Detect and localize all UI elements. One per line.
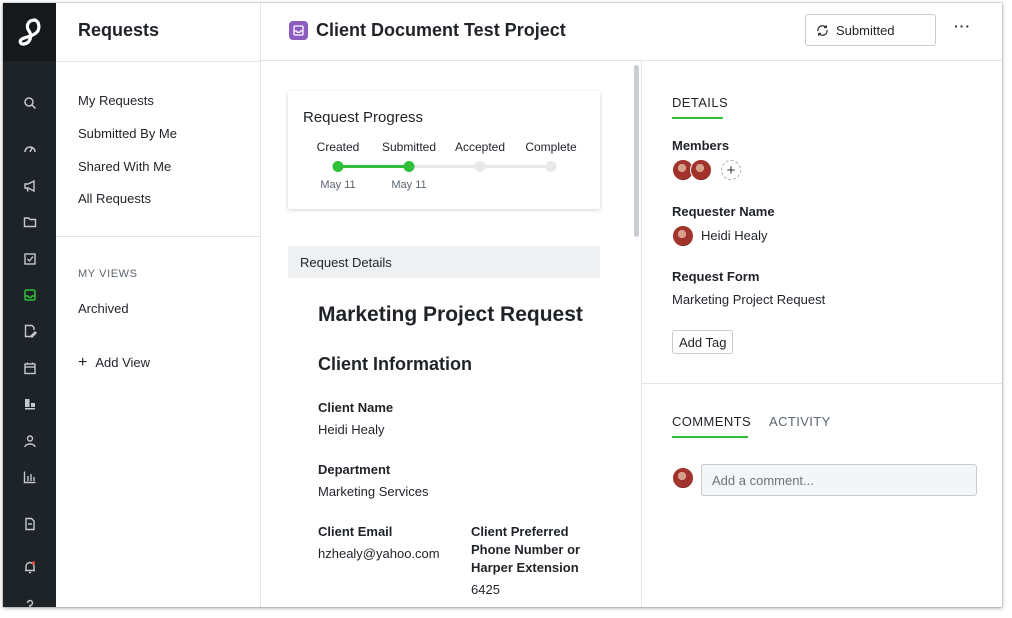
step-label: Submitted (381, 140, 437, 154)
speedometer-icon[interactable] (3, 139, 56, 159)
add-tag-button[interactable]: Add Tag (672, 330, 734, 354)
active-tab-underline (672, 117, 723, 119)
progress-track-fill (338, 165, 409, 168)
checkbox-icon[interactable] (3, 249, 56, 269)
step-label: Complete (525, 140, 577, 154)
folder-icon[interactable] (3, 212, 56, 232)
progress-title: Request Progress (303, 109, 424, 126)
add-view-button[interactable]: + Add View (78, 354, 151, 371)
step-label: Accepted (454, 140, 506, 154)
client-email-value: hzhealy@yahoo.com (318, 546, 440, 561)
bar-chart-icon[interactable] (3, 467, 56, 487)
commenter-avatar (672, 467, 694, 489)
step-date: May 11 (391, 179, 427, 191)
phone-label: Client Preferred Phone Number or Harper … (471, 524, 581, 575)
nav-item-my-requests[interactable]: My Requests (78, 93, 154, 108)
calendar-icon[interactable] (3, 358, 56, 378)
add-view-label: Add View (95, 355, 151, 370)
plus-icon: + (78, 354, 88, 371)
edit-document-icon[interactable] (3, 321, 56, 341)
department-value: Marketing Services (318, 484, 429, 499)
divider (56, 236, 261, 237)
project-title: Client Document Test Project (316, 20, 566, 40)
tab-activity[interactable]: ACTIVITY (769, 414, 831, 429)
search-icon[interactable] (3, 93, 56, 113)
status-label: Submitted (836, 22, 895, 38)
department-label: Department (318, 462, 391, 477)
inbox-icon[interactable] (3, 285, 56, 305)
request-content: Request Progress Created May 11 Submitted M… (261, 61, 641, 607)
views-heading: MY VIEWS (78, 268, 138, 280)
form-title: Marketing Project Request (318, 303, 583, 326)
scrollbar[interactable] (634, 65, 639, 237)
request-details-bar: Request Details (288, 246, 600, 278)
requester-value: Heidi Healy (701, 228, 768, 243)
step-label: Created (316, 140, 360, 154)
client-name-label: Client Name (318, 400, 394, 415)
requester-avatar (672, 225, 694, 247)
members-label: Members (672, 138, 730, 153)
view-item-archived[interactable]: Archived (78, 301, 129, 316)
help-icon[interactable] (3, 595, 56, 607)
active-tab-underline (672, 436, 748, 438)
icon-rail (3, 3, 56, 607)
status-button[interactable]: Submitted (805, 14, 936, 46)
step-dot (403, 161, 415, 172)
section-title: Client Information (318, 354, 472, 374)
step-date: May 11 (320, 179, 356, 191)
person-icon[interactable] (3, 431, 56, 451)
divider (642, 383, 1002, 384)
member-avatar[interactable] (690, 159, 712, 181)
nav-item-shared-with-me[interactable]: Shared With Me (78, 159, 171, 174)
step-dot (332, 161, 344, 172)
project-header: Client Document Test Project Submitted ·… (261, 3, 1002, 61)
logo-icon (18, 18, 40, 46)
request-form-label: Request Form (672, 269, 760, 284)
add-member-button[interactable]: + (721, 160, 741, 180)
bell-icon[interactable] (3, 557, 56, 577)
megaphone-icon[interactable] (3, 176, 56, 196)
requester-label: Requester Name (672, 204, 775, 219)
document-icon[interactable] (3, 514, 56, 534)
client-name-value: Heidi Healy (318, 422, 385, 437)
nav-item-all-requests[interactable]: All Requests (78, 191, 151, 206)
comment-input[interactable]: Add a comment... (701, 464, 977, 496)
panel-title: Requests (78, 20, 160, 40)
request-form-value: Marketing Project Request (672, 292, 826, 307)
step-dot (474, 161, 486, 172)
app-logo[interactable] (3, 3, 56, 61)
tab-comments[interactable]: COMMENTS (672, 414, 751, 429)
step-dot (545, 161, 557, 172)
nav-item-submitted-by-me[interactable]: Submitted By Me (78, 126, 177, 141)
request-details-label: Request Details (300, 254, 392, 270)
refresh-icon (817, 24, 828, 36)
progress-card: Request Progress Created May 11 Submitted M… (288, 91, 600, 209)
client-email-label: Client Email (318, 524, 393, 539)
phone-value: 6425 (471, 582, 500, 597)
divider (56, 61, 261, 62)
details-panel: DETAILS Members + Requester Name Heidi H… (641, 61, 1002, 607)
more-options-icon[interactable]: ··· (954, 18, 974, 42)
requests-panel: Requests My Requests Submitted By Me Sha… (56, 3, 261, 607)
project-inbox-icon (289, 21, 308, 40)
dashboard-icon[interactable] (3, 394, 56, 414)
tab-details[interactable]: DETAILS (672, 95, 728, 110)
app-window: Requests My Requests Submitted By Me Sha… (3, 3, 1002, 607)
